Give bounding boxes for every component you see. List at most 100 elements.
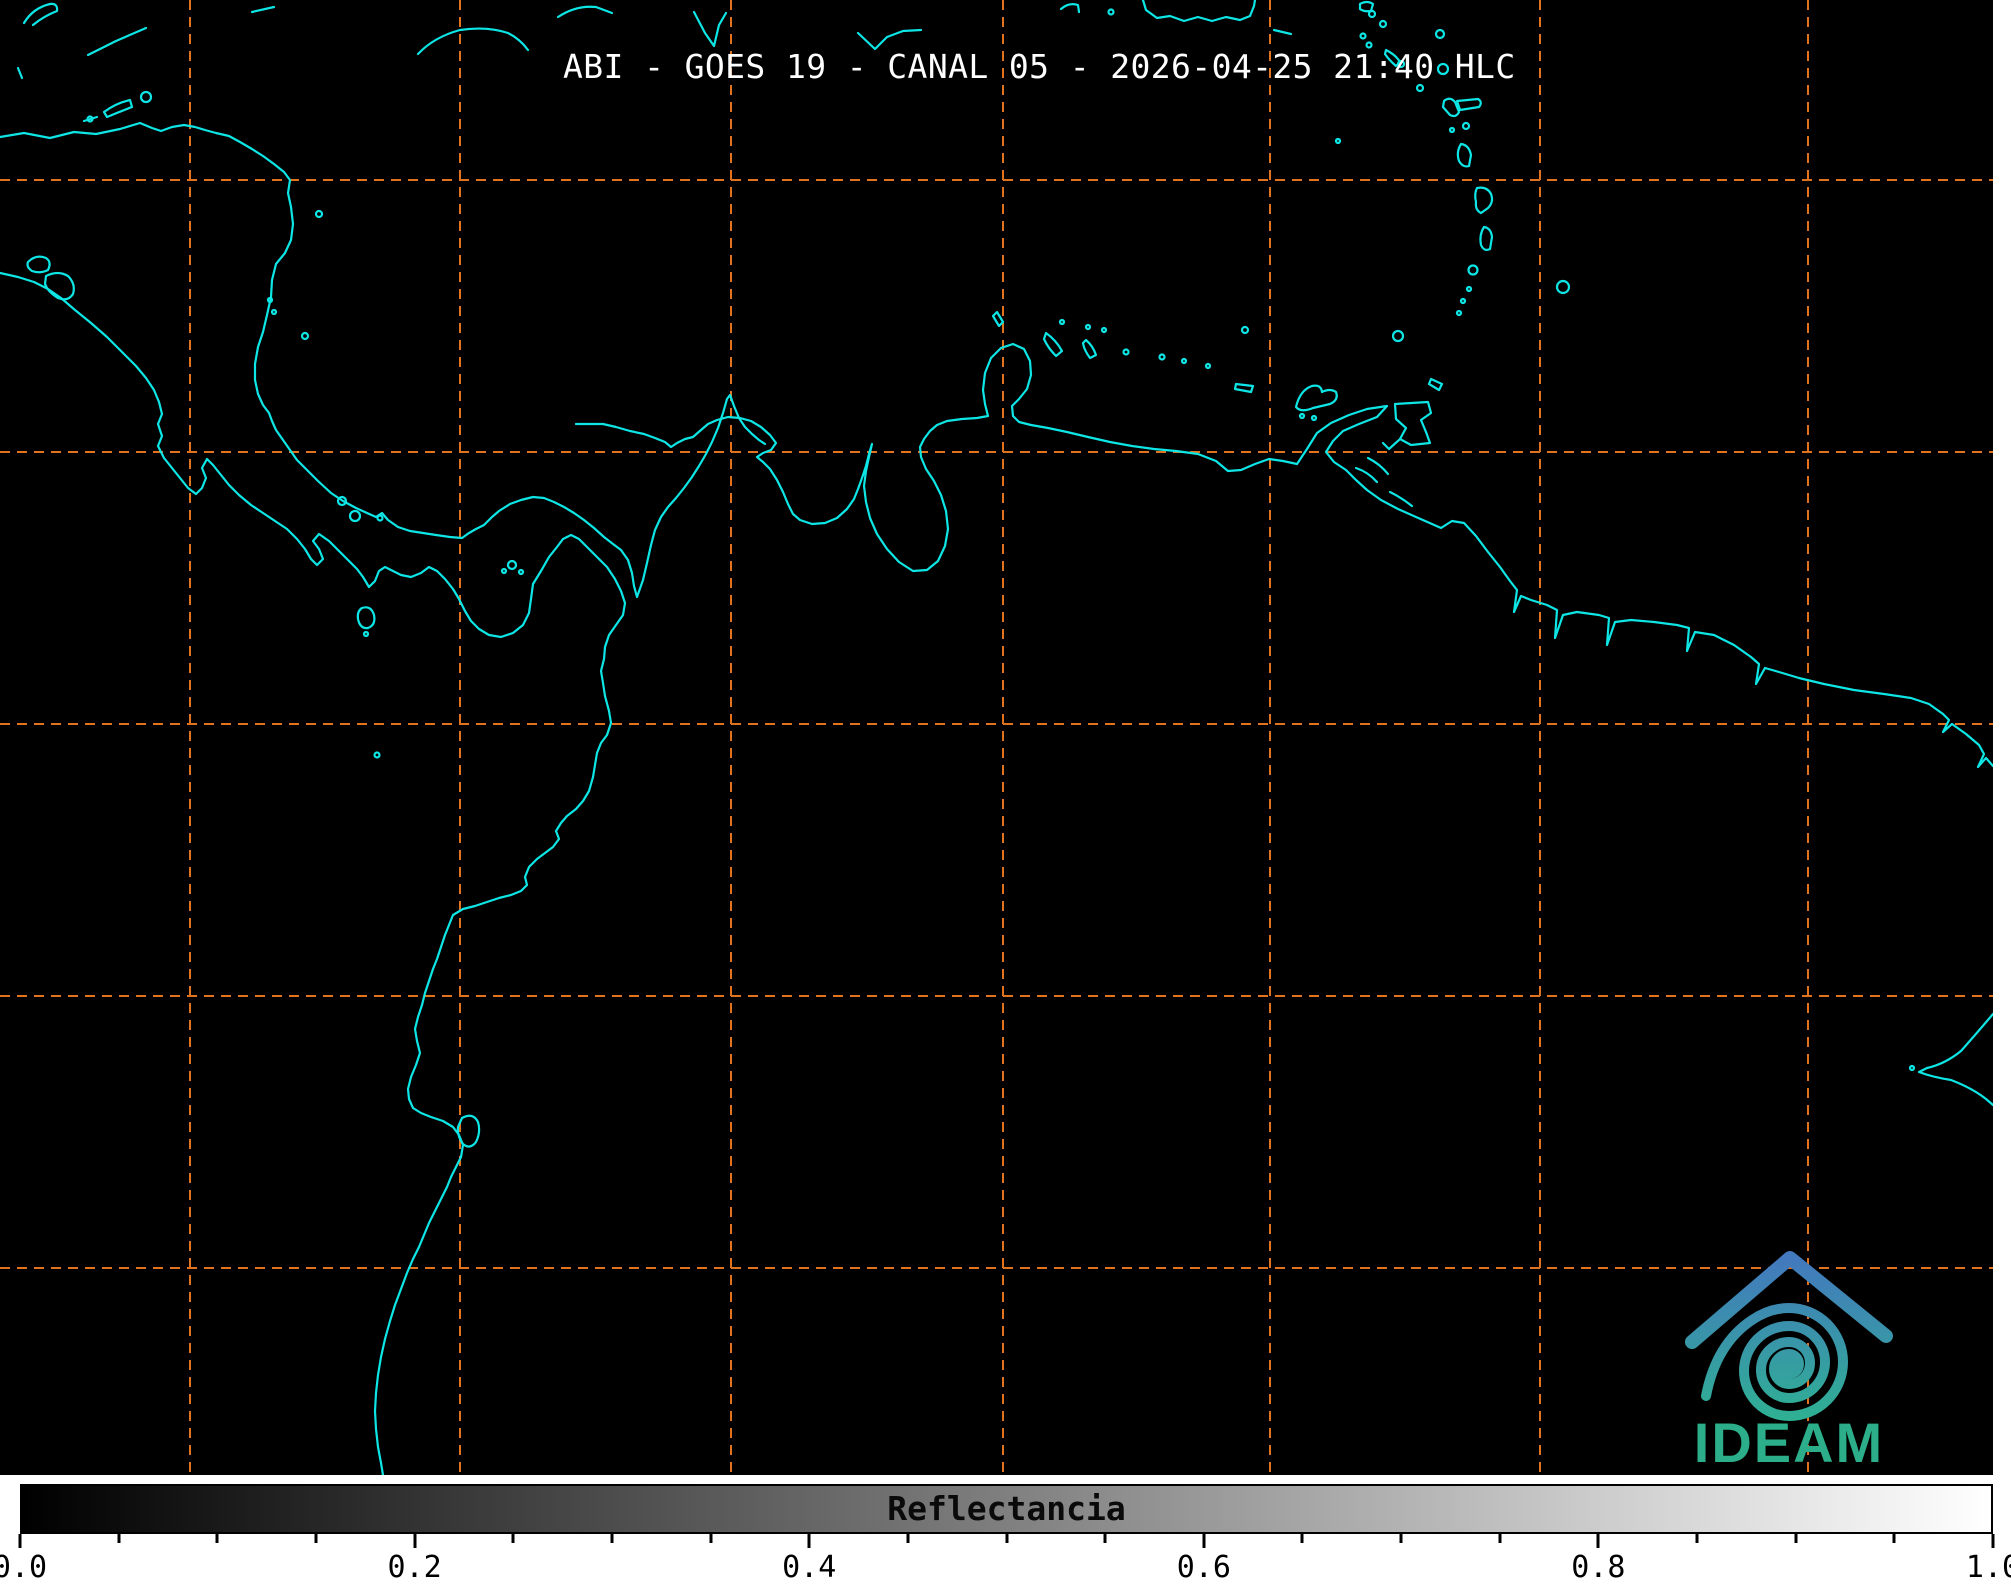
colorbar-minor-tick bbox=[1301, 1534, 1304, 1543]
colorbar-major-tick bbox=[1992, 1534, 1995, 1548]
colorbar-minor-tick bbox=[1104, 1534, 1107, 1543]
coastline-path bbox=[1235, 384, 1253, 392]
coastline-path bbox=[1429, 379, 1442, 390]
colorbar-minor-tick bbox=[512, 1534, 515, 1543]
colorbar-minor-tick bbox=[906, 1534, 909, 1543]
island-dot bbox=[502, 569, 506, 573]
island-dot bbox=[1436, 30, 1444, 38]
island-dot bbox=[1206, 364, 1210, 368]
coastline-path bbox=[28, 257, 50, 273]
colorbar-tick-label: 0.0 bbox=[0, 1550, 47, 1585]
coastline-path bbox=[1360, 2, 1373, 11]
island-dot bbox=[1060, 320, 1064, 324]
colorbar-tick-label: 0.4 bbox=[782, 1550, 836, 1585]
island-dot bbox=[1160, 355, 1165, 360]
island-dot bbox=[375, 753, 380, 758]
island-dot bbox=[1102, 328, 1106, 332]
island-dot bbox=[141, 92, 151, 102]
island-dot bbox=[1557, 281, 1569, 293]
ideam-logo: IDEAM bbox=[1692, 1258, 1886, 1474]
coastline-path bbox=[1368, 458, 1388, 474]
colorbar-major-tick bbox=[1597, 1534, 1600, 1548]
colorbar-tick-label: 0.2 bbox=[388, 1550, 442, 1585]
island-dot bbox=[378, 516, 383, 521]
island-dot bbox=[316, 211, 322, 217]
colorbar-minor-tick bbox=[314, 1534, 317, 1543]
colorbar-minor-tick bbox=[1400, 1534, 1403, 1543]
island-dot bbox=[1369, 11, 1375, 17]
colorbar-minor-tick bbox=[1005, 1534, 1008, 1543]
colorbar-major-tick bbox=[1202, 1534, 1205, 1548]
coastline-path bbox=[88, 28, 146, 55]
map-svg: IDEAM bbox=[0, 0, 1993, 1475]
island-dot bbox=[1469, 266, 1478, 275]
coastline-path bbox=[45, 273, 74, 299]
colorbar-minor-tick bbox=[709, 1534, 712, 1543]
colorbar-tick-label: 0.6 bbox=[1177, 1550, 1231, 1585]
island-dot bbox=[302, 333, 308, 339]
coastline-path bbox=[18, 68, 22, 78]
island-dot bbox=[1461, 299, 1465, 303]
coastline-path bbox=[1274, 30, 1291, 34]
island-dot bbox=[364, 632, 368, 636]
island-dot bbox=[1109, 10, 1114, 15]
island-dot bbox=[1336, 139, 1340, 143]
colorbar-major-tick bbox=[413, 1534, 416, 1548]
satellite-map: IDEAM ABI - GOES 19 - CANAL 05 - 2026-04… bbox=[0, 0, 1993, 1475]
island-dot bbox=[1457, 311, 1461, 315]
logo-hurricane-spiral-icon bbox=[1706, 1308, 1843, 1416]
coastline-path bbox=[558, 7, 612, 17]
island-dot bbox=[1467, 287, 1471, 291]
colorbar: Reflectancia 0.00.20.40.60.81.0 bbox=[20, 1484, 1993, 1534]
island-dot bbox=[1463, 123, 1469, 129]
island-dot bbox=[1242, 327, 1248, 333]
island-dot bbox=[1182, 359, 1186, 363]
island-dot bbox=[1450, 128, 1454, 132]
island-dot bbox=[1086, 325, 1090, 329]
coastline-path bbox=[1457, 99, 1481, 110]
coastline-path bbox=[576, 344, 1993, 767]
coastline-path bbox=[458, 1116, 479, 1147]
coastline-path bbox=[1383, 440, 1399, 449]
island-dot bbox=[1300, 414, 1304, 418]
coastline-path bbox=[694, 12, 726, 46]
coastline-path bbox=[1480, 227, 1492, 250]
colorbar-label: Reflectancia bbox=[20, 1484, 1993, 1534]
coastline-path bbox=[1083, 340, 1096, 358]
island-dot bbox=[1124, 350, 1129, 355]
satellite-image-viewer: { "title": {"text": "ABI - GOES 19 - CAN… bbox=[0, 0, 2011, 1577]
coastline-path bbox=[24, 4, 57, 25]
coastline-path bbox=[0, 273, 625, 1475]
logo-text: IDEAM bbox=[1694, 1411, 1884, 1474]
coastline-path bbox=[1458, 144, 1471, 166]
coastline-path bbox=[252, 7, 274, 12]
coastline-layer bbox=[0, 0, 1993, 1475]
island-dot bbox=[1393, 331, 1403, 341]
coastline-path bbox=[993, 312, 1003, 326]
grid-layer bbox=[0, 0, 1993, 1475]
coastline-path bbox=[1061, 4, 1079, 12]
colorbar-major-tick bbox=[808, 1534, 811, 1548]
colorbar-minor-tick bbox=[1696, 1534, 1699, 1543]
coastline-path bbox=[358, 607, 375, 628]
colorbar-minor-tick bbox=[1498, 1534, 1501, 1543]
coastline-path bbox=[1143, 0, 1255, 21]
colorbar-minor-tick bbox=[216, 1534, 219, 1543]
coastline-path bbox=[1044, 333, 1062, 356]
island-dot bbox=[1910, 1066, 1914, 1070]
coastline-path bbox=[104, 100, 132, 117]
island-dot bbox=[350, 511, 360, 521]
coastline-path bbox=[1356, 468, 1377, 482]
colorbar-tick-label: 0.8 bbox=[1571, 1550, 1625, 1585]
island-dot bbox=[519, 570, 523, 574]
coastline-path bbox=[1390, 492, 1412, 506]
island-dot bbox=[1380, 21, 1386, 27]
coastline-path bbox=[1296, 386, 1337, 411]
colorbar-minor-tick bbox=[1893, 1534, 1896, 1543]
coastline-path bbox=[1919, 1014, 1993, 1105]
colorbar-tick-label: 1.0 bbox=[1966, 1550, 2011, 1585]
island-dot bbox=[508, 561, 516, 569]
coastline-path bbox=[1395, 402, 1431, 445]
island-dot bbox=[272, 310, 276, 314]
island-dot bbox=[1312, 416, 1316, 420]
